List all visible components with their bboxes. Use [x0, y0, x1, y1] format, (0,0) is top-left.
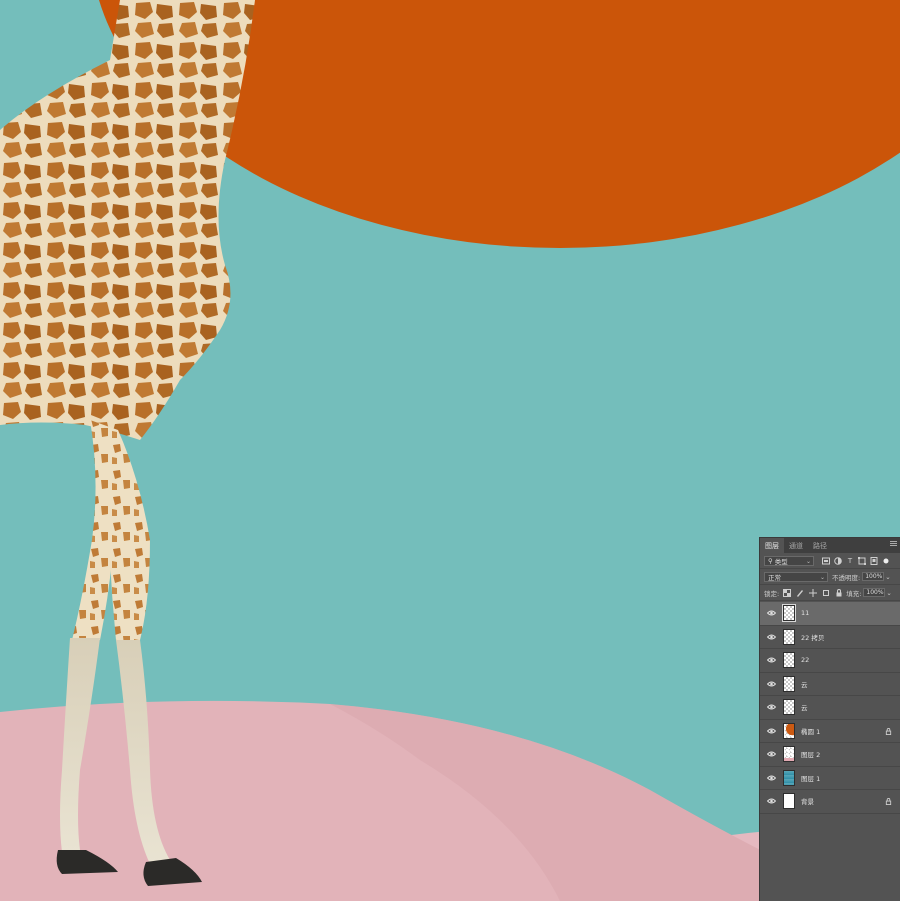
visibility-eye-icon[interactable] [764, 775, 778, 781]
filter-row: ⚲ 类型 ⌄ T [760, 553, 900, 569]
layer-row[interactable]: 图层 2 [760, 743, 900, 767]
chevron-down-icon: ⌄ [805, 557, 811, 565]
lock-position-icon[interactable] [809, 588, 818, 597]
lock-transparency-icon[interactable] [783, 588, 792, 597]
layer-name[interactable]: 22 拷贝 [801, 632, 824, 642]
filter-kind-label: 类型 [774, 557, 788, 566]
layer-row[interactable]: 图层 1 [760, 767, 900, 790]
panel-menu-icon[interactable] [890, 541, 897, 547]
visibility-eye-icon[interactable] [764, 610, 778, 616]
shape-filter-icon[interactable] [858, 556, 866, 565]
search-icon: ⚲ [768, 556, 773, 565]
fill-input[interactable]: 100% [863, 588, 886, 597]
layer-list: 11 22 拷贝 22 云云椭圆 1 图层 2 图层 1 背景 [760, 602, 900, 814]
visibility-eye-icon[interactable] [764, 704, 778, 710]
layer-row[interactable]: 22 拷贝 [760, 626, 900, 649]
layer-row[interactable]: 云 [760, 696, 900, 720]
layer-lock-icon [885, 798, 892, 805]
blend-mode-select[interactable]: 正常 ⌄ [764, 571, 828, 582]
layer-row[interactable]: 云 [760, 673, 900, 696]
chevron-down-icon[interactable]: ⌄ [885, 573, 890, 581]
layer-name[interactable]: 22 [801, 656, 809, 664]
tab-channels[interactable]: 通道 [784, 538, 808, 553]
layer-row[interactable]: 背景 [760, 790, 900, 814]
layer-row[interactable]: 22 [760, 649, 900, 673]
layer-thumbnail[interactable] [782, 604, 796, 623]
layer-row[interactable]: 椭圆 1 [760, 720, 900, 743]
lock-artboard-icon[interactable] [822, 589, 830, 597]
lock-pixels-icon[interactable] [796, 589, 804, 597]
visibility-eye-icon[interactable] [764, 798, 778, 804]
layer-thumbnail[interactable] [783, 675, 795, 692]
fill-label: 填充: [846, 589, 862, 598]
tab-paths[interactable]: 路径 [808, 538, 832, 553]
layer-name[interactable]: 椭圆 1 [801, 726, 820, 736]
layer-thumbnail[interactable] [783, 769, 795, 786]
layer-thumbnail[interactable] [783, 793, 795, 810]
layer-name[interactable]: 图层 2 [801, 749, 820, 759]
layer-thumbnail[interactable] [783, 746, 795, 763]
layer-thumbnail[interactable] [783, 699, 795, 716]
filter-toggle-icon[interactable] [882, 557, 890, 565]
layer-thumbnail[interactable] [783, 652, 795, 669]
panel-tab-bar: 图层 通道 路径 [760, 538, 900, 553]
opacity-label: 不透明度: [832, 573, 861, 582]
layer-name[interactable]: 背景 [801, 796, 814, 806]
visibility-eye-icon[interactable] [764, 751, 778, 757]
image-filter-icon[interactable] [822, 557, 830, 565]
chevron-down-icon: ⌄ [819, 573, 825, 581]
lock-label: 锁定: [764, 589, 780, 598]
layer-name[interactable]: 云 [801, 679, 808, 689]
adjustment-filter-icon[interactable] [834, 556, 842, 565]
opacity-input[interactable]: 100% [862, 572, 885, 581]
layers-panel: 图层 通道 路径 ⚲ 类型 ⌄ T 正常 ⌄ 不透明度: 100% ⌄ 锁定: [759, 537, 900, 901]
type-filter-icon[interactable]: T [846, 557, 854, 565]
smartobject-filter-icon[interactable] [870, 556, 878, 565]
layer-name[interactable]: 11 [801, 609, 809, 617]
filter-kind-select[interactable]: ⚲ 类型 ⌄ [764, 555, 814, 566]
blend-mode-value: 正常 [768, 573, 781, 582]
lock-row: 锁定: 填充: 100% ⌄ [760, 585, 900, 601]
layer-thumbnail[interactable] [783, 722, 795, 739]
visibility-eye-icon[interactable] [764, 634, 778, 640]
visibility-eye-icon[interactable] [764, 681, 778, 687]
layer-lock-icon [885, 727, 892, 735]
tab-layers[interactable]: 图层 [760, 538, 784, 553]
lock-all-icon[interactable] [835, 588, 843, 597]
layer-name[interactable]: 云 [801, 702, 808, 712]
layer-row[interactable]: 11 [760, 602, 900, 626]
chevron-down-icon[interactable]: ⌄ [886, 589, 891, 597]
layer-name[interactable]: 图层 1 [801, 773, 820, 783]
layer-thumbnail[interactable] [783, 628, 795, 645]
visibility-eye-icon[interactable] [764, 728, 778, 734]
blend-row: 正常 ⌄ 不透明度: 100% ⌄ [760, 569, 900, 585]
visibility-eye-icon[interactable] [764, 657, 778, 663]
